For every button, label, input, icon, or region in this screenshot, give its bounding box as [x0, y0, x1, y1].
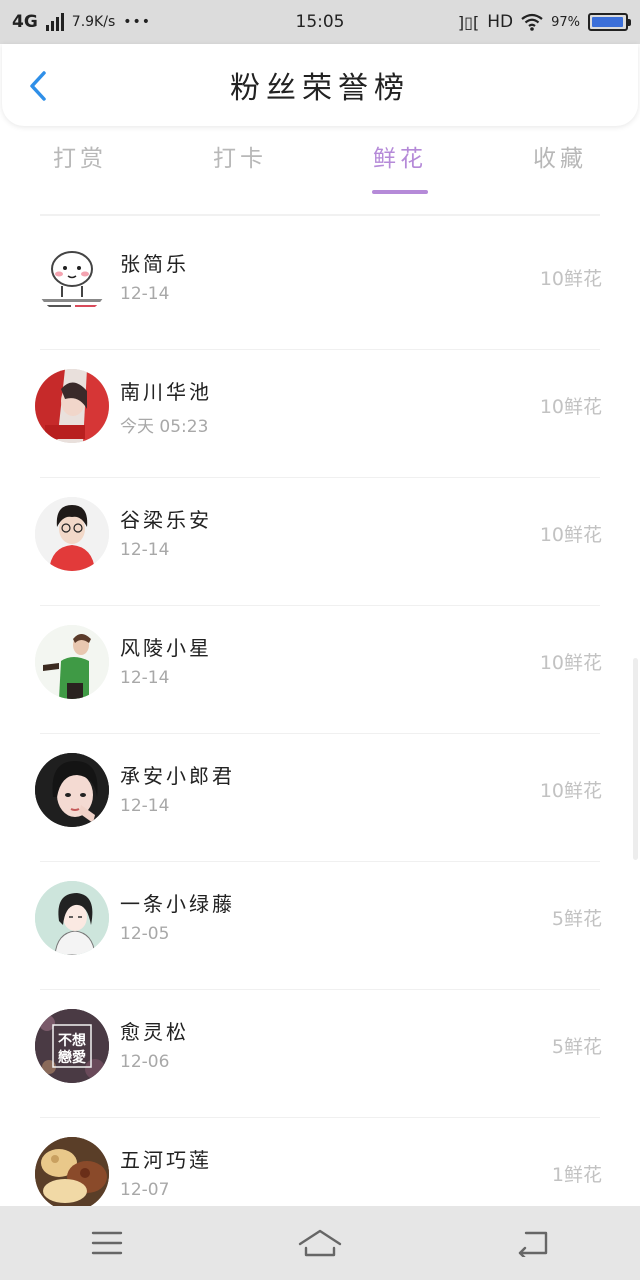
girl-dark-hair-avatar	[35, 753, 109, 827]
avatar-text: 不想	[58, 1032, 86, 1049]
page-title: 粉丝荣誉榜	[230, 71, 410, 106]
fan-name: 五河巧莲	[120, 1148, 212, 1172]
back-arrow-icon	[519, 1231, 548, 1257]
fan-date: 12-14	[120, 796, 170, 816]
vibrate-icon: ]▯[	[457, 12, 480, 32]
flower-count: 1鲜花	[551, 1164, 602, 1186]
tab-indicator	[372, 190, 428, 194]
fan-date: 12-14	[120, 284, 170, 304]
home-icon	[298, 1229, 342, 1257]
green-shirt-avatar	[35, 625, 109, 699]
tab-checkin[interactable]: 打卡	[160, 128, 320, 198]
tab-label: 打卡	[213, 146, 267, 172]
list-item[interactable]: 一条小绿藤 12-05 5鲜花	[0, 862, 640, 990]
tab-label: 打赏	[53, 146, 107, 172]
back-nav-button[interactable]	[503, 1218, 563, 1268]
list-item[interactable]: 不想 戀愛 愈灵松 12-06 5鲜花	[0, 990, 640, 1118]
chevron-left-icon	[30, 71, 46, 101]
tab-label: 鲜花	[373, 146, 427, 172]
fan-date: 12-05	[120, 924, 170, 944]
fan-date: 12-14	[120, 668, 170, 688]
fan-name: 一条小绿藤	[120, 892, 235, 916]
wifi-icon	[521, 13, 543, 31]
battery-percent: 97%	[551, 14, 580, 30]
signal-icon	[45, 13, 64, 31]
menu-button[interactable]	[77, 1218, 137, 1268]
flower-count: 5鲜花	[551, 908, 602, 930]
tab-reward[interactable]: 打赏	[0, 128, 160, 198]
status-right: ]▯[ HD 97%	[457, 12, 631, 32]
more-notifications-icon: •••	[123, 14, 152, 30]
battery-icon	[588, 13, 631, 31]
scrollbar[interactable]	[633, 658, 638, 860]
fan-date: 12-07	[120, 1180, 170, 1200]
fan-list[interactable]: 张简乐 12-14 10鲜花 南川华池 今天 05:23 10鲜花 谷梁乐安 1…	[0, 222, 640, 1246]
tab-favorites[interactable]: 收藏	[480, 128, 640, 198]
list-item[interactable]: 南川华池 今天 05:23 10鲜花	[0, 350, 640, 478]
system-nav-bar	[0, 1206, 640, 1280]
boy-red-shirt-avatar	[35, 497, 109, 571]
anime-girl-avatar	[35, 881, 109, 955]
hd-indicator: HD	[487, 12, 514, 32]
list-item[interactable]: 风陵小星 12-14 10鲜花	[0, 606, 640, 734]
flower-count: 10鲜花	[539, 524, 602, 546]
fan-name: 愈灵松	[120, 1020, 189, 1044]
flower-count: 5鲜花	[551, 1036, 602, 1058]
fan-name: 风陵小星	[120, 636, 212, 660]
red-photo-avatar	[35, 369, 109, 443]
fan-name: 南川华池	[120, 380, 212, 404]
fan-name: 谷梁乐安	[120, 508, 212, 532]
cartoon-face-avatar	[35, 241, 109, 315]
flower-count: 10鲜花	[539, 652, 602, 674]
avatar-text: 戀愛	[58, 1049, 86, 1066]
status-left: 4G 7.9K/s •••	[12, 12, 151, 32]
fan-date: 12-06	[120, 1052, 170, 1072]
flower-count: 10鲜花	[539, 780, 602, 802]
fan-date: 12-14	[120, 540, 170, 560]
tab-label: 收藏	[533, 146, 587, 172]
app-header: 粉丝荣誉榜	[2, 44, 638, 126]
divider	[40, 214, 600, 216]
network-type: 4G	[12, 12, 38, 32]
battery-level	[592, 17, 624, 27]
status-bar: 4G 7.9K/s ••• 15:05 ]▯[ HD 97%	[0, 0, 640, 44]
list-item[interactable]: 张简乐 12-14 10鲜花	[0, 222, 640, 350]
tab-flowers[interactable]: 鲜花	[320, 128, 480, 198]
network-speed: 7.9K/s	[71, 14, 116, 30]
food-photo-avatar	[35, 1137, 109, 1211]
fan-date: 今天 05:23	[120, 417, 209, 437]
back-button[interactable]	[22, 68, 54, 104]
tab-bar: 打赏 打卡 鲜花 收藏	[0, 128, 640, 198]
menu-icon	[91, 1231, 122, 1255]
home-button[interactable]	[290, 1218, 350, 1268]
list-item[interactable]: 谷梁乐安 12-14 10鲜花	[0, 478, 640, 606]
fan-name: 张简乐	[120, 252, 189, 276]
text-image-avatar: 不想 戀愛	[35, 1009, 109, 1083]
list-item[interactable]: 承安小郎君 12-14 10鲜花	[0, 734, 640, 862]
flower-count: 10鲜花	[539, 268, 602, 290]
flower-count: 10鲜花	[539, 396, 602, 418]
fan-name: 承安小郎君	[120, 764, 235, 788]
